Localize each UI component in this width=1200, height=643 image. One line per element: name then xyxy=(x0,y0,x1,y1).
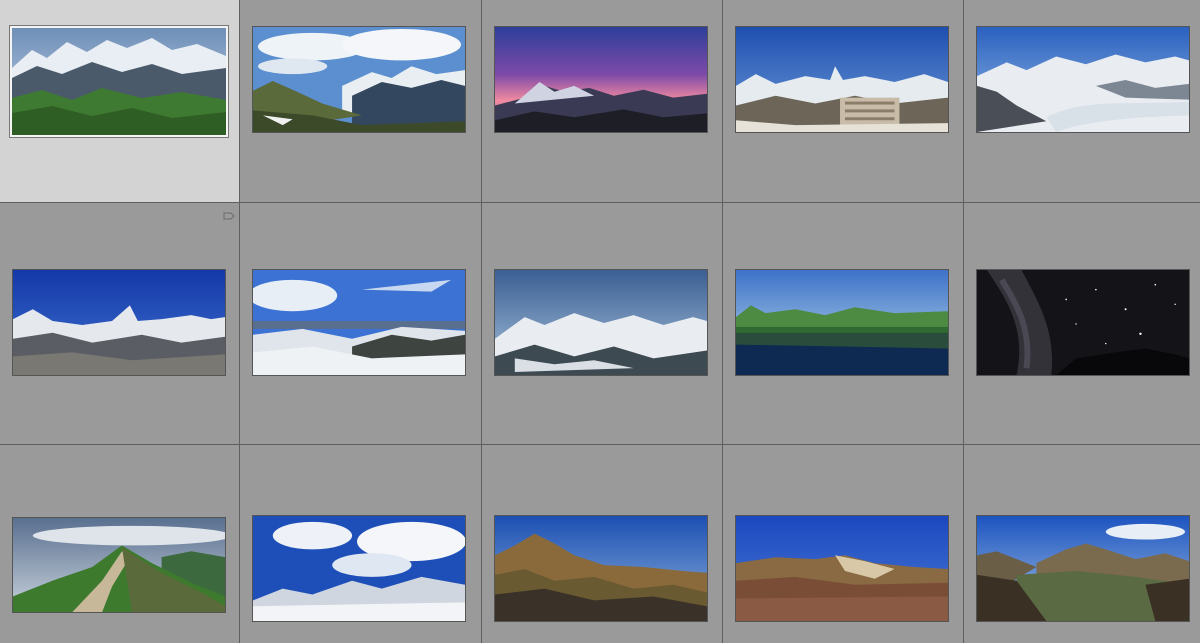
thumbnail-volcanic-crater-rim[interactable] xyxy=(735,515,949,622)
thumbnail-glacier-panorama[interactable] xyxy=(976,26,1190,133)
grid-cell-13[interactable] xyxy=(482,445,722,643)
grid-cell-7[interactable] xyxy=(240,203,481,444)
thumbnail-swiss-alps-green-valley[interactable] xyxy=(9,25,229,138)
thumbnail-matterhorn-blue-sky[interactable] xyxy=(12,269,226,376)
thumbnail-grid xyxy=(0,0,1200,643)
flag-icon[interactable] xyxy=(223,207,235,220)
thumbnail-rocky-brown-mountain[interactable] xyxy=(494,515,708,622)
grid-cell-12[interactable] xyxy=(240,445,481,643)
thumbnail-volcano-valley-panorama[interactable] xyxy=(976,515,1190,622)
thumbnail-snowy-peaks-blue-dusk[interactable] xyxy=(494,269,708,376)
grid-cell-3[interactable] xyxy=(482,0,722,202)
thumbnail-lake-reflection-mountains[interactable] xyxy=(735,269,949,376)
grid-cell-15[interactable] xyxy=(964,445,1200,643)
thumbnail-matterhorn-hotel[interactable] xyxy=(735,26,949,133)
grid-cell-10[interactable] xyxy=(964,203,1200,444)
thumbnail-alpine-ridge-clouds[interactable] xyxy=(252,26,466,133)
grid-cell-2[interactable] xyxy=(240,0,481,202)
grid-cell-11[interactable] xyxy=(0,445,239,643)
grid-cell-8[interactable] xyxy=(482,203,722,444)
grid-cell-9[interactable] xyxy=(723,203,963,444)
thumbnail-mountain-trail-ridge[interactable] xyxy=(12,517,226,613)
thumbnail-milky-way-night-sky[interactable] xyxy=(976,269,1190,376)
grid-cell-4[interactable] xyxy=(723,0,963,202)
thumbnail-mountain-sunset-pink-sky[interactable] xyxy=(494,26,708,133)
grid-cell-14[interactable] xyxy=(723,445,963,643)
grid-cell-6[interactable] xyxy=(0,203,239,444)
thumbnail-snowfield-big-clouds[interactable] xyxy=(252,515,466,622)
grid-cell-1[interactable] xyxy=(0,0,239,202)
thumbnail-snowy-forest-clouds[interactable] xyxy=(252,269,466,376)
grid-cell-5[interactable] xyxy=(964,0,1200,202)
